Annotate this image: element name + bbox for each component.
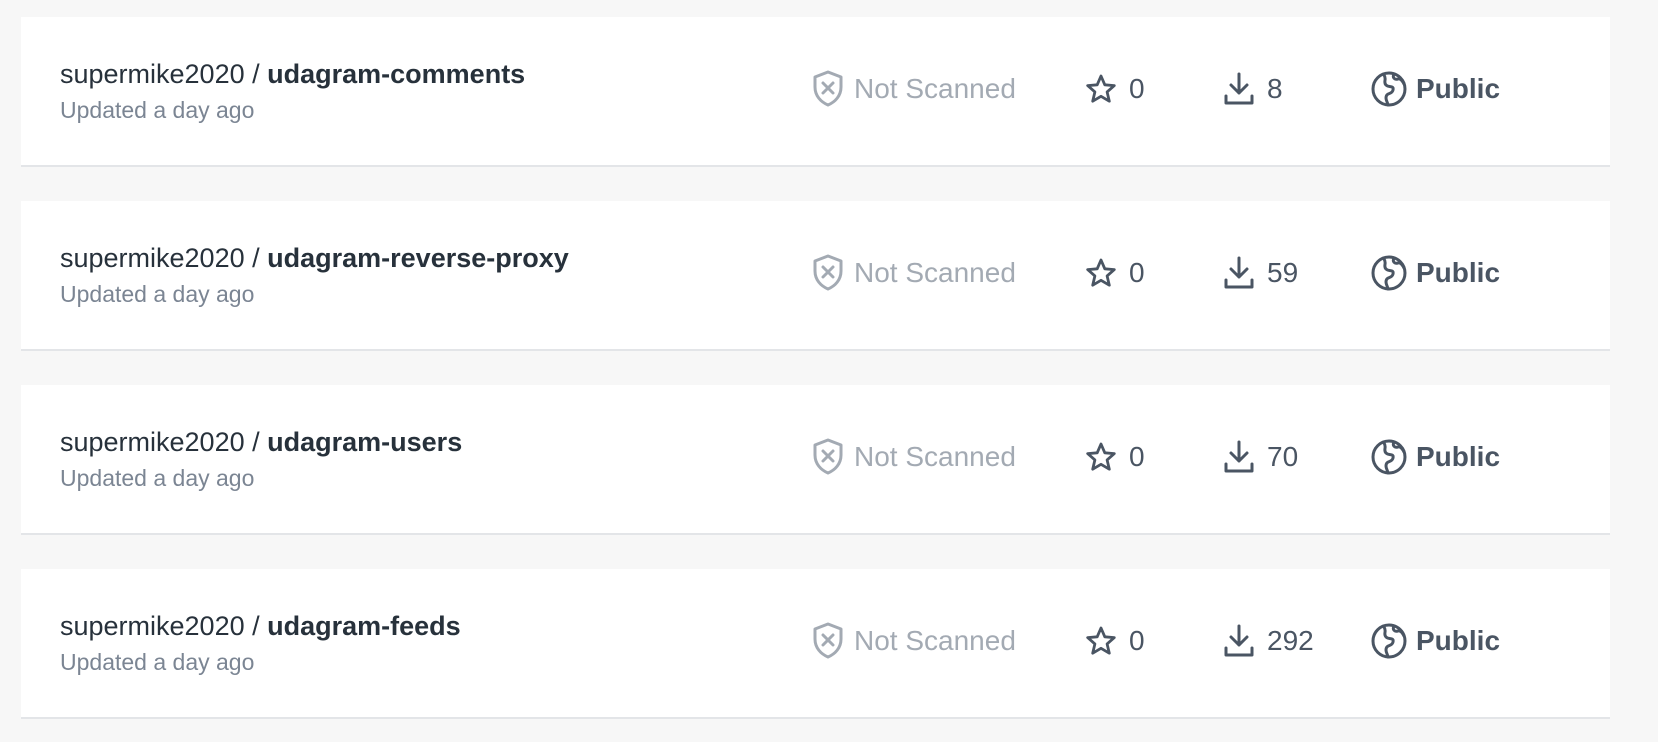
repository-card[interactable]: supermike2020 / udagram-reverse-proxy Up… [21,201,1610,351]
download-icon [1224,440,1254,473]
star-count-value: 0 [1129,73,1145,104]
visibility-label: Public [1416,73,1501,104]
star-count-value: 0 [1129,257,1145,288]
pull-count: 292 [1223,621,1314,661]
repository-owner: supermike2020 [60,427,245,457]
title-separator: / [244,611,268,641]
updated-timestamp: Updated a day ago [60,97,255,123]
star-count: 0 [1085,253,1145,293]
globe-icon [1371,71,1407,107]
scan-status-label: Not Scanned [854,625,1016,656]
star-icon [1086,258,1116,287]
download-icon [1224,624,1254,657]
download-icon [1224,256,1254,289]
updated-timestamp: Updated a day ago [60,649,255,675]
star-icon [1086,74,1116,103]
scan-status-label: Not Scanned [854,73,1016,104]
pull-count-value: 59 [1267,257,1299,288]
repository-owner: supermike2020 [60,59,245,89]
scan-status-label: Not Scanned [854,441,1016,472]
title-separator: / [244,59,268,89]
repository-card[interactable]: supermike2020 / udagram-comments Updated… [21,17,1610,167]
title-separator: / [244,427,268,457]
updated-timestamp: Updated a day ago [60,465,255,491]
title-separator: / [244,243,268,273]
scan-status: Not Scanned [812,69,1016,109]
globe-icon [1371,439,1407,475]
repository-name: udagram-reverse-proxy [267,243,569,273]
visibility-status: Public [1370,253,1500,293]
star-count-value: 0 [1129,441,1145,472]
pull-count: 70 [1223,437,1298,477]
pull-count-value: 70 [1267,441,1299,472]
shield-x-icon [813,438,843,475]
visibility-label: Public [1416,257,1501,288]
star-count: 0 [1085,69,1145,109]
repository-title[interactable]: supermike2020 / udagram-comments [60,59,525,90]
pull-count: 59 [1223,253,1298,293]
visibility-status: Public [1370,621,1500,661]
repository-title[interactable]: supermike2020 / udagram-feeds [60,611,461,642]
star-count-value: 0 [1129,625,1145,656]
scan-status: Not Scanned [812,437,1016,477]
repository-list: supermike2020 / udagram-comments Updated… [21,17,1610,719]
pull-count-value: 292 [1267,625,1314,656]
download-icon [1224,72,1254,105]
pull-count: 8 [1223,69,1283,109]
star-count: 0 [1085,437,1145,477]
shield-x-icon [813,70,843,107]
updated-timestamp: Updated a day ago [60,281,255,307]
repository-title[interactable]: supermike2020 / udagram-reverse-proxy [60,243,569,274]
star-icon [1086,626,1116,655]
shield-x-icon [813,622,843,659]
repository-title[interactable]: supermike2020 / udagram-users [60,427,462,458]
globe-icon [1371,255,1407,291]
visibility-label: Public [1416,625,1501,656]
pull-count-value: 8 [1267,73,1283,104]
star-count: 0 [1085,621,1145,661]
star-icon [1086,442,1116,471]
repository-card[interactable]: supermike2020 / udagram-users Updated a … [21,385,1610,535]
repository-owner: supermike2020 [60,611,245,641]
repository-name: udagram-users [267,427,463,457]
repository-owner: supermike2020 [60,243,245,273]
visibility-status: Public [1370,69,1500,109]
repository-card[interactable]: supermike2020 / udagram-feeds Updated a … [21,569,1610,719]
visibility-label: Public [1416,441,1501,472]
scan-status: Not Scanned [812,621,1016,661]
visibility-status: Public [1370,437,1500,477]
scan-status: Not Scanned [812,253,1016,293]
globe-icon [1371,623,1407,659]
scan-status-label: Not Scanned [854,257,1016,288]
shield-x-icon [813,254,843,291]
repository-name: udagram-feeds [267,611,461,641]
repository-name: udagram-comments [267,59,526,89]
